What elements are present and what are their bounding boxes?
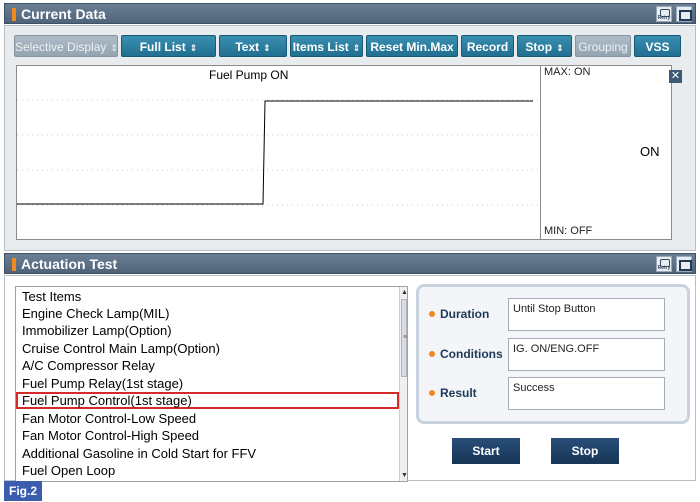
duration-value: Until Stop Button — [508, 298, 665, 331]
chevron-updown-icon: ⇕ — [352, 43, 361, 53]
chevron-updown-icon: ⇕ — [110, 43, 118, 53]
record-label: Record — [466, 40, 509, 54]
stop-mode-button[interactable]: Stop ⇕ — [517, 35, 572, 57]
actuation-test-title: Actuation Test — [21, 256, 118, 272]
stop-mode-label: Stop — [525, 40, 553, 54]
stop-button[interactable]: Stop — [551, 438, 619, 464]
list-header: Test Items — [22, 289, 82, 304]
start-button[interactable]: Start — [452, 438, 520, 464]
current-value: ON — [640, 144, 660, 159]
min-label: MIN: OFF — [544, 225, 593, 237]
duration-label: Duration — [440, 307, 490, 321]
current-data-panel: Selective Display ⇕ Full List ⇕ Text ⇕ Item… — [4, 25, 696, 251]
chevron-updown-icon: ⇕ — [189, 43, 198, 53]
graph-plot — [17, 99, 540, 206]
chevron-updown-icon: ⇕ — [263, 43, 271, 53]
scroll-down-icon[interactable]: ▼ — [401, 472, 407, 479]
list-item[interactable]: A/C Compressor Relay — [16, 357, 399, 374]
scroll-up-icon[interactable]: ▲ — [401, 289, 407, 296]
duration-row: Duration Until Stop Button — [429, 298, 689, 332]
bullet-icon — [429, 351, 435, 357]
graph-label: Fuel Pump ON — [209, 68, 289, 82]
record-button[interactable]: Record — [461, 35, 514, 57]
list-item[interactable]: Cruise Control Main Lamp(Option) — [16, 340, 399, 357]
value-side-panel: MAX: ON ON MIN: OFF — [540, 66, 671, 239]
retry-label: Retry — [657, 15, 671, 21]
test-info-panel: Duration Until Stop Button Conditions IG… — [416, 284, 690, 424]
minimize-icon[interactable] — [676, 6, 692, 22]
retry-label: Retry — [657, 265, 671, 271]
figure-label: Fig.2 — [4, 481, 42, 501]
graph-grid — [17, 99, 540, 206]
vss-button[interactable]: VSS — [634, 35, 681, 57]
items-list-button[interactable]: Items List ⇕ — [290, 35, 363, 57]
selective-display-button[interactable]: Selective Display ⇕ — [14, 35, 118, 57]
full-list-button[interactable]: Full List ⇕ — [121, 35, 216, 57]
conditions-value: IG. ON/ENG.OFF — [508, 338, 665, 371]
result-value: Success — [508, 377, 665, 410]
selective-display-label: Selective Display — [15, 40, 107, 54]
chevron-updown-icon: ⇕ — [556, 43, 564, 53]
list-item-selected[interactable]: Fuel Pump Control(1st stage) — [16, 392, 399, 409]
test-items-list: Test Items Engine Check Lamp(MIL) Immobi… — [15, 286, 408, 482]
scroll-thumb[interactable]: ≡ — [401, 299, 407, 377]
fuel-pump-signal-line — [17, 100, 533, 205]
max-label: MAX: ON — [544, 66, 591, 78]
list-item[interactable]: Fuel Pump Relay(1st stage) — [16, 375, 399, 392]
result-label: Result — [440, 386, 477, 400]
conditions-label: Conditions — [440, 347, 503, 361]
text-label: Text — [235, 40, 260, 54]
list-scrollbar[interactable]: ▲ ≡ ▼ — [399, 287, 407, 481]
graph-area: Fuel Pump ON MAX: ON ON MIN: OFF ✕ — [16, 65, 682, 240]
reset-min-max-label: Reset Min.Max — [370, 40, 454, 54]
bullet-icon — [429, 390, 435, 396]
grouping-label: Grouping — [578, 40, 628, 54]
retry-icon[interactable]: Retry — [656, 6, 672, 22]
actuation-test-header: Actuation Test Retry — [4, 253, 696, 274]
list-item[interactable]: Engine Check Lamp(MIL) — [16, 305, 399, 322]
list-item[interactable]: Immobilizer Lamp(Option) — [16, 322, 399, 339]
text-button[interactable]: Text ⇕ — [219, 35, 287, 57]
header-accent-bar — [12, 258, 16, 271]
grip-icon: ≡ — [403, 334, 408, 341]
header-accent-bar — [12, 8, 16, 21]
close-icon[interactable]: ✕ — [669, 70, 682, 83]
retry-icon[interactable]: Retry — [656, 256, 672, 272]
items-list-label: Items List — [292, 40, 349, 54]
list-item[interactable]: Additional Gasoline in Cold Start for FF… — [16, 445, 399, 462]
result-row: Result Success — [429, 377, 689, 411]
conditions-row: Conditions IG. ON/ENG.OFF — [429, 338, 689, 372]
list-item[interactable]: Fan Motor Control-Low Speed — [16, 410, 399, 427]
minimize-icon[interactable] — [676, 256, 692, 272]
vss-label: VSS — [645, 40, 670, 54]
grouping-button[interactable]: Grouping — [575, 35, 631, 57]
actuation-test-panel: Test Items Engine Check Lamp(MIL) Immobi… — [4, 275, 696, 482]
full-list-label: Full List — [139, 40, 186, 54]
current-data-header: Current Data Retry — [4, 3, 696, 24]
current-data-title: Current Data — [21, 6, 106, 22]
list-item[interactable]: Fuel Open Loop — [16, 462, 399, 479]
reset-min-max-button[interactable]: Reset Min.Max — [366, 35, 458, 57]
bullet-icon — [429, 311, 435, 317]
list-item[interactable]: Fan Motor Control-High Speed — [16, 427, 399, 444]
